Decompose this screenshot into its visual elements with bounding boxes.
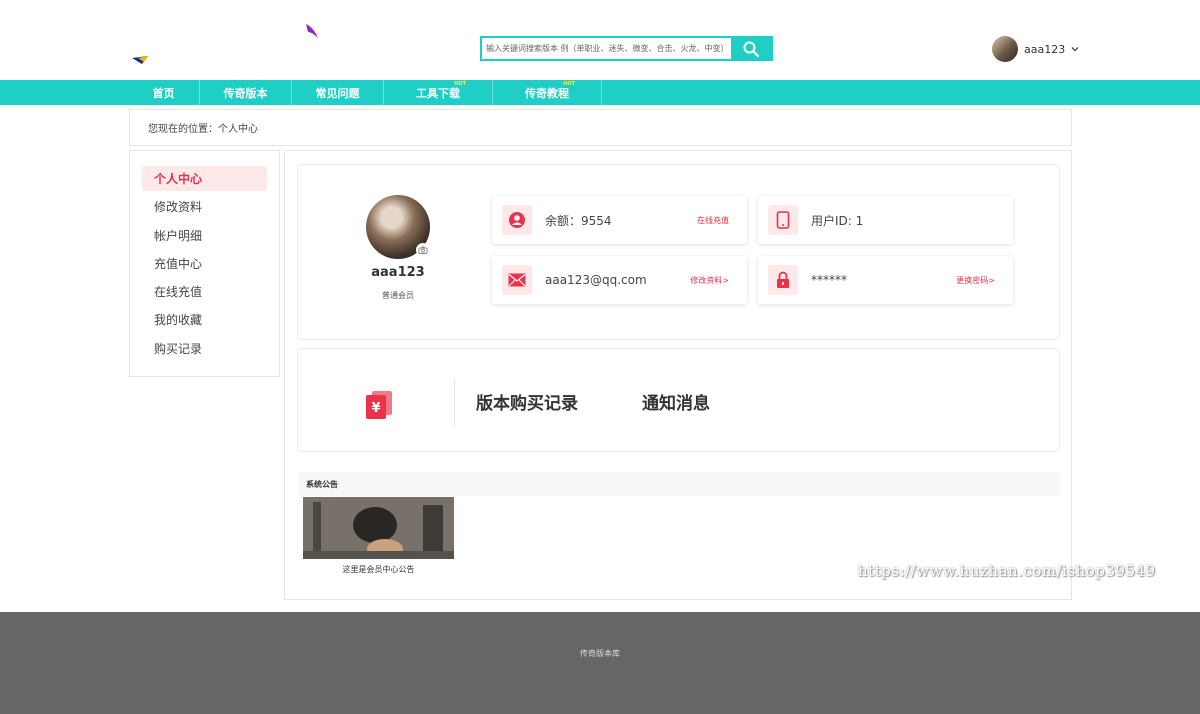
sidebar-item-purchase-records[interactable]: 购买记录 <box>142 336 267 361</box>
hot-badge: HOT <box>454 81 466 87</box>
user-avatar[interactable] <box>992 36 1018 62</box>
user-id-box: 用户ID: 1 <box>758 196 1013 244</box>
search-input[interactable] <box>482 38 731 59</box>
email-text: aaa123@qq.com <box>545 273 647 287</box>
chevron-down-icon[interactable] <box>1071 45 1079 53</box>
site-logo[interactable] <box>128 20 328 70</box>
header: aaa123 <box>0 0 1200 80</box>
tab-purchase-records[interactable]: 版本购买记录 <box>476 389 578 414</box>
profile-name: aaa123 <box>371 265 425 280</box>
phone-icon <box>768 205 798 235</box>
balance-box: 余额：9554 在线充值 <box>492 196 747 244</box>
nav-item-faq[interactable]: 常见问题 <box>292 80 384 105</box>
user-menu[interactable]: aaa123 <box>992 36 1079 62</box>
records-card: ¥ 版本购买记录 通知消息 <box>297 348 1060 452</box>
nav-item-versions[interactable]: 传奇版本 <box>200 80 292 105</box>
recharge-link[interactable]: 在线充值 <box>697 215 729 226</box>
watermark-text: https://www.huzhan.com/ishop39549 <box>858 562 1156 580</box>
user-circle-icon <box>502 205 532 235</box>
sidebar: 个人中心 修改资料 帐户明细 充值中心 在线充值 我的收藏 购买记录 <box>129 150 280 377</box>
edit-profile-link[interactable]: 修改资料> <box>690 275 729 286</box>
search-button[interactable] <box>731 38 771 59</box>
hot-badge: HOT <box>563 81 575 87</box>
notice-header: 系统公告 <box>299 472 1060 496</box>
nav-item-tools[interactable]: 工具下载 HOT <box>384 80 493 105</box>
nav-item-tutorials[interactable]: 传奇教程 HOT <box>493 80 602 105</box>
member-level: 普通会员 <box>382 291 414 300</box>
profile-card: aaa123 普通会员 余额：9554 在线充值 用户ID: 1 aaa123@… <box>297 164 1060 340</box>
main-content: aaa123 普通会员 余额：9554 在线充值 用户ID: 1 aaa123@… <box>284 150 1072 600</box>
divider <box>454 379 455 427</box>
search-bar <box>480 36 773 61</box>
yuan-document-icon: ¥ <box>364 389 394 419</box>
footer-text: 传奇版本库 <box>580 649 620 658</box>
sidebar-item-recharge-center[interactable]: 充值中心 <box>142 251 267 276</box>
password-box: ****** 更换密码> <box>758 256 1013 304</box>
sidebar-item-favorites[interactable]: 我的收藏 <box>142 307 267 332</box>
camera-icon[interactable] <box>416 243 430 257</box>
nav-item-home[interactable]: 首页 <box>128 80 200 105</box>
email-box: aaa123@qq.com 修改资料> <box>492 256 747 304</box>
lock-icon <box>768 265 798 295</box>
breadcrumb-text: 您现在的位置：个人中心 <box>148 124 258 135</box>
notice-image[interactable] <box>303 497 454 559</box>
mail-icon <box>502 265 532 295</box>
notice-title: 系统公告 <box>306 479 338 489</box>
main-nav: 首页 传奇版本 常见问题 工具下载 HOT 传奇教程 HOT <box>0 80 1200 105</box>
user-id-text: 用户ID: 1 <box>811 213 864 228</box>
notice-caption[interactable]: 这里是会员中心公告 <box>303 564 454 575</box>
breadcrumb: 您现在的位置：个人中心 <box>129 109 1072 146</box>
footer: 传奇版本库 <box>0 612 1200 714</box>
balance-text: 余额：9554 <box>545 213 612 228</box>
svg-text:¥: ¥ <box>371 401 380 416</box>
sidebar-item-online-recharge[interactable]: 在线充值 <box>142 279 267 304</box>
sidebar-item-edit-profile[interactable]: 修改资料 <box>142 194 267 219</box>
password-text: ****** <box>811 273 847 287</box>
sidebar-item-profile-center[interactable]: 个人中心 <box>142 166 267 191</box>
change-password-link[interactable]: 更换密码> <box>956 275 995 286</box>
search-icon <box>743 41 759 57</box>
tab-notifications[interactable]: 通知消息 <box>642 389 710 414</box>
sidebar-item-account-details[interactable]: 帐户明细 <box>142 223 267 248</box>
user-name[interactable]: aaa123 <box>1024 43 1065 56</box>
